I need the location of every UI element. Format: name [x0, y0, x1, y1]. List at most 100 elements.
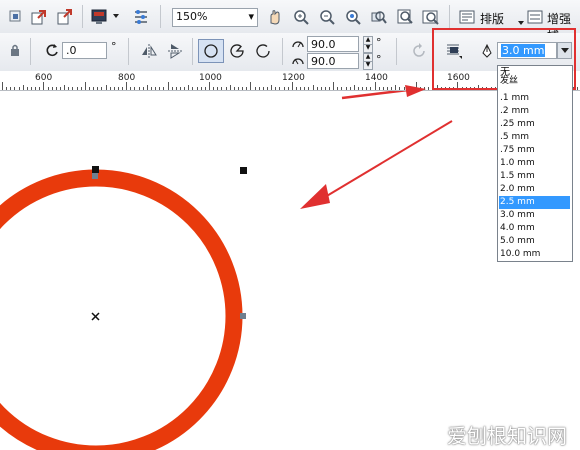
start-angle-field[interactable]: 90.0: [307, 36, 359, 52]
ruler-tick: [126, 82, 128, 90]
ruler-tick: [113, 87, 115, 90]
zoom-level-value: 150%: [176, 10, 208, 23]
mirror-horizontal-icon[interactable]: [140, 42, 158, 60]
outline-width-option[interactable]: 10.0 mm: [499, 248, 570, 261]
ruler-tick: [258, 87, 260, 90]
ruler-tick: [59, 87, 61, 90]
annotation-arrow-horizontal: [341, 91, 409, 100]
ruler-tick: [151, 87, 153, 90]
outline-width-option[interactable]: .1 mm: [499, 92, 570, 105]
ruler-tick: [180, 87, 182, 90]
end-angle-spin-down[interactable]: ▼: [363, 61, 373, 70]
selection-handle-top[interactable]: [92, 166, 99, 173]
ruler-tick: [366, 87, 368, 90]
selection-handle-top-right[interactable]: [240, 167, 247, 174]
pie-mode-icon[interactable]: [228, 42, 246, 60]
ruler-tick: [320, 87, 322, 90]
outline-width-option[interactable]: .5 mm: [499, 131, 570, 144]
ruler-tick: [55, 87, 57, 90]
direction-toggle-icon[interactable]: [410, 42, 428, 60]
ruler-tick: [345, 87, 347, 90]
ruler-tick: [225, 87, 227, 90]
ruler-tick: [184, 87, 186, 90]
outline-width-option[interactable]: .2 mm: [499, 105, 570, 118]
ellipse-mode-button[interactable]: [198, 39, 224, 63]
separator: [160, 5, 161, 28]
zoom-out-icon[interactable]: [318, 8, 336, 26]
options-icon[interactable]: [132, 8, 150, 26]
zoom-page-icon[interactable]: [396, 8, 414, 26]
ruler-tick: [213, 87, 215, 90]
degree-symbol: °: [376, 53, 382, 66]
zoom-page-width-icon[interactable]: [422, 8, 440, 26]
ruler-tick: [577, 87, 579, 90]
ruler-tick: [262, 87, 264, 90]
start-angle-icon: [290, 37, 306, 51]
outline-width-option[interactable]: 发丝: [499, 75, 570, 88]
end-angle-field[interactable]: 90.0: [307, 53, 359, 69]
circle-shape[interactable]: [0, 169, 243, 450]
ruler-tick: [117, 87, 119, 90]
ruler-tick: [233, 87, 235, 90]
layout-menu-label[interactable]: 排版: [480, 10, 504, 27]
ruler-tick: [146, 85, 148, 90]
outline-width-option[interactable]: 5.0 mm: [499, 235, 570, 248]
ruler-tick: [35, 87, 37, 90]
mirror-vertical-icon[interactable]: [166, 42, 184, 60]
chevron-down-icon[interactable]: ▾: [248, 9, 254, 24]
ruler-tick: [101, 87, 103, 90]
arc-mode-icon[interactable]: [254, 42, 272, 60]
import-icon[interactable]: [30, 8, 48, 26]
ruler-tick: [341, 87, 343, 90]
outline-width-option[interactable]: .75 mm: [499, 144, 570, 157]
annotation-arrow-diagonal: [314, 120, 453, 204]
application-launcher-icon[interactable]: [90, 8, 110, 26]
annotation-arrow-head: [300, 184, 330, 209]
end-angle-icon: [290, 54, 306, 68]
ruler-label: 1400: [365, 73, 388, 83]
outline-width-dropdown-list[interactable]: 无发丝 .1 mm .2 mm .25 mm .5 mm .75 mm 1.0 mm 1.5 …: [497, 65, 573, 262]
ruler-tick: [349, 87, 351, 90]
ruler-tick: [138, 87, 140, 90]
ruler-tick: [229, 85, 231, 90]
zoom-selected-icon[interactable]: [344, 8, 362, 26]
ruler-tick: [72, 87, 74, 90]
enhance-icon[interactable]: [526, 8, 544, 26]
outline-width-option[interactable]: 2.5 mm: [499, 196, 570, 209]
outline-width-option[interactable]: 2.0 mm: [499, 183, 570, 196]
node-handle[interactable]: [240, 313, 246, 319]
outline-width-option[interactable]: 1.5 mm: [499, 170, 570, 183]
chevron-down-icon[interactable]: [112, 12, 120, 20]
zoom-in-icon[interactable]: [292, 8, 310, 26]
ruler-tick: [221, 87, 223, 90]
ruler-tick: [51, 87, 53, 90]
ruler-tick: [308, 87, 310, 90]
ruler-tick: [324, 87, 326, 90]
pan-hand-icon[interactable]: [266, 8, 284, 26]
start-angle-spin-down[interactable]: ▼: [363, 44, 373, 53]
layout-icon[interactable]: [458, 8, 476, 26]
ruler-tick: [382, 87, 384, 90]
node-handle[interactable]: [92, 173, 98, 179]
separator: [30, 38, 31, 65]
outline-width-option[interactable]: 3.0 mm: [499, 209, 570, 222]
outline-width-option[interactable]: .25 mm: [499, 118, 570, 131]
ruler-tick: [204, 87, 206, 90]
ruler-tick: [155, 87, 157, 90]
ruler-tick: [18, 87, 20, 90]
chevron-down-icon[interactable]: [518, 20, 524, 26]
ruler-tick: [242, 87, 244, 90]
export-icon[interactable]: [56, 8, 74, 26]
zoom-all-objects-icon[interactable]: [370, 8, 388, 26]
rotation-angle-field[interactable]: .0: [62, 42, 107, 59]
lock-ratio-icon[interactable]: [8, 43, 22, 57]
ruler-tick: [295, 87, 297, 90]
ruler-tick: [14, 87, 16, 90]
outline-width-option[interactable]: 1.0 mm: [499, 157, 570, 170]
ruler-tick: [254, 87, 256, 90]
zoom-level-select[interactable]: 150% ▾: [172, 8, 258, 27]
grip-icon: [8, 9, 22, 23]
ruler-tick: [64, 85, 66, 90]
drawing-canvas[interactable]: [0, 91, 580, 450]
outline-width-option[interactable]: 4.0 mm: [499, 222, 570, 235]
